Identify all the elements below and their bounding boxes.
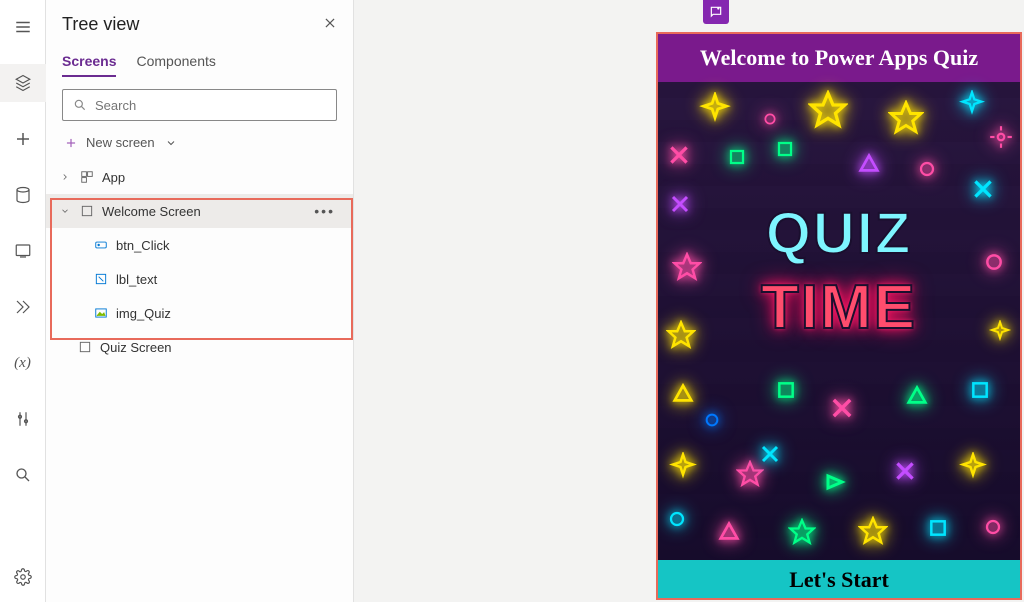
triangle-icon: [718, 520, 740, 545]
search-input[interactable]: [95, 98, 326, 113]
triangle-icon: [672, 382, 694, 407]
circle-icon: [984, 252, 1004, 275]
tree-item-label: Welcome Screen: [102, 204, 201, 219]
chevron-down-icon: [165, 137, 177, 149]
star-icon: [858, 516, 888, 549]
left-rail: (x): [0, 0, 46, 602]
search-rail-icon[interactable]: [0, 456, 46, 494]
welcome-title-label: Welcome to Power Apps Quiz: [658, 34, 1020, 82]
star-icon: [672, 252, 702, 285]
star-icon: [808, 90, 848, 133]
canvas-area: Welcome to Power Apps Quiz QUIZ TIME: [354, 0, 1024, 602]
tree-item-label: btn_Click: [116, 238, 169, 253]
tree-item-img-quiz[interactable]: img_Quiz: [46, 296, 353, 330]
media-icon[interactable]: [0, 232, 46, 270]
sparkle-icon: [958, 90, 986, 121]
triangle-icon: [858, 152, 880, 177]
star-icon: [788, 518, 816, 549]
burst-icon: [988, 124, 1014, 153]
image-control-icon: [92, 306, 110, 320]
quiz-image: QUIZ TIME: [658, 82, 1020, 560]
button-control-icon: [92, 238, 110, 252]
circle-icon: [668, 510, 686, 531]
sparkle-icon: [988, 320, 1012, 347]
star-icon: [888, 100, 924, 139]
data-icon[interactable]: [0, 176, 46, 214]
square-icon: [776, 140, 794, 161]
variables-icon[interactable]: (x): [0, 344, 46, 382]
tree-list: App Welcome Screen ••• btn_Click lbl_tex…: [46, 160, 353, 364]
advanced-tools-icon[interactable]: [0, 400, 46, 438]
search-input-wrapper[interactable]: [62, 89, 337, 121]
tree-item-label: lbl_text: [116, 272, 157, 287]
x-icon: [668, 192, 692, 219]
lets-start-button[interactable]: Let's Start: [658, 560, 1020, 600]
treeview-tabs: Screens Components: [46, 47, 353, 77]
screen-icon: [76, 340, 94, 354]
square-icon: [970, 380, 990, 403]
circle-icon: [763, 112, 777, 129]
tree-item-app[interactable]: App: [46, 160, 353, 194]
square-icon: [776, 380, 796, 403]
sparkle-icon: [958, 452, 988, 485]
x-icon: [758, 442, 782, 469]
label-control-icon: [92, 272, 110, 286]
new-screen-button[interactable]: New screen: [46, 129, 353, 160]
square-icon: [728, 148, 746, 169]
tree-item-lbl-text[interactable]: lbl_text: [46, 262, 353, 296]
tab-components[interactable]: Components: [136, 47, 215, 77]
tree-item-label: img_Quiz: [116, 306, 171, 321]
tree-item-quiz-screen[interactable]: Quiz Screen: [46, 330, 353, 364]
tree-item-welcome-screen[interactable]: Welcome Screen •••: [46, 194, 353, 228]
tree-item-label: Quiz Screen: [100, 340, 172, 355]
circle-icon: [984, 518, 1002, 539]
tree-item-btn-click[interactable]: btn_Click: [46, 228, 353, 262]
tree-view-pane: Tree view Screens Components New screen …: [46, 0, 354, 602]
circle-icon: [704, 412, 720, 431]
sparkle-icon: [668, 452, 698, 485]
insert-icon[interactable]: [0, 120, 46, 158]
circle-icon: [918, 160, 936, 181]
x-icon: [892, 458, 918, 487]
x-icon: [970, 176, 996, 205]
neon-time-text: TIME: [658, 272, 1020, 343]
neon-quiz-text: QUIZ: [658, 200, 1020, 267]
tree-item-label: App: [102, 170, 125, 185]
app-icon: [78, 170, 96, 184]
square-icon: [928, 518, 948, 541]
star-icon: [666, 320, 696, 353]
close-icon[interactable]: [323, 16, 337, 33]
screen-icon: [78, 204, 96, 218]
ideas-icon[interactable]: [703, 0, 729, 24]
treeview-icon[interactable]: [0, 64, 46, 102]
x-icon: [828, 394, 856, 425]
sparkle-icon: [698, 92, 732, 129]
powerautomate-icon[interactable]: [0, 288, 46, 326]
tab-screens[interactable]: Screens: [62, 47, 116, 77]
phone-preview: Welcome to Power Apps Quiz QUIZ TIME: [656, 32, 1022, 600]
triangle-icon: [906, 384, 928, 409]
new-screen-label: New screen: [86, 135, 155, 150]
more-icon[interactable]: •••: [314, 203, 335, 219]
settings-icon[interactable]: [0, 558, 46, 596]
triangle-icon: [822, 470, 846, 497]
x-icon: [666, 142, 692, 171]
search-icon: [73, 98, 87, 112]
treeview-title: Tree view: [62, 14, 139, 35]
hamburger-icon[interactable]: [0, 8, 46, 46]
